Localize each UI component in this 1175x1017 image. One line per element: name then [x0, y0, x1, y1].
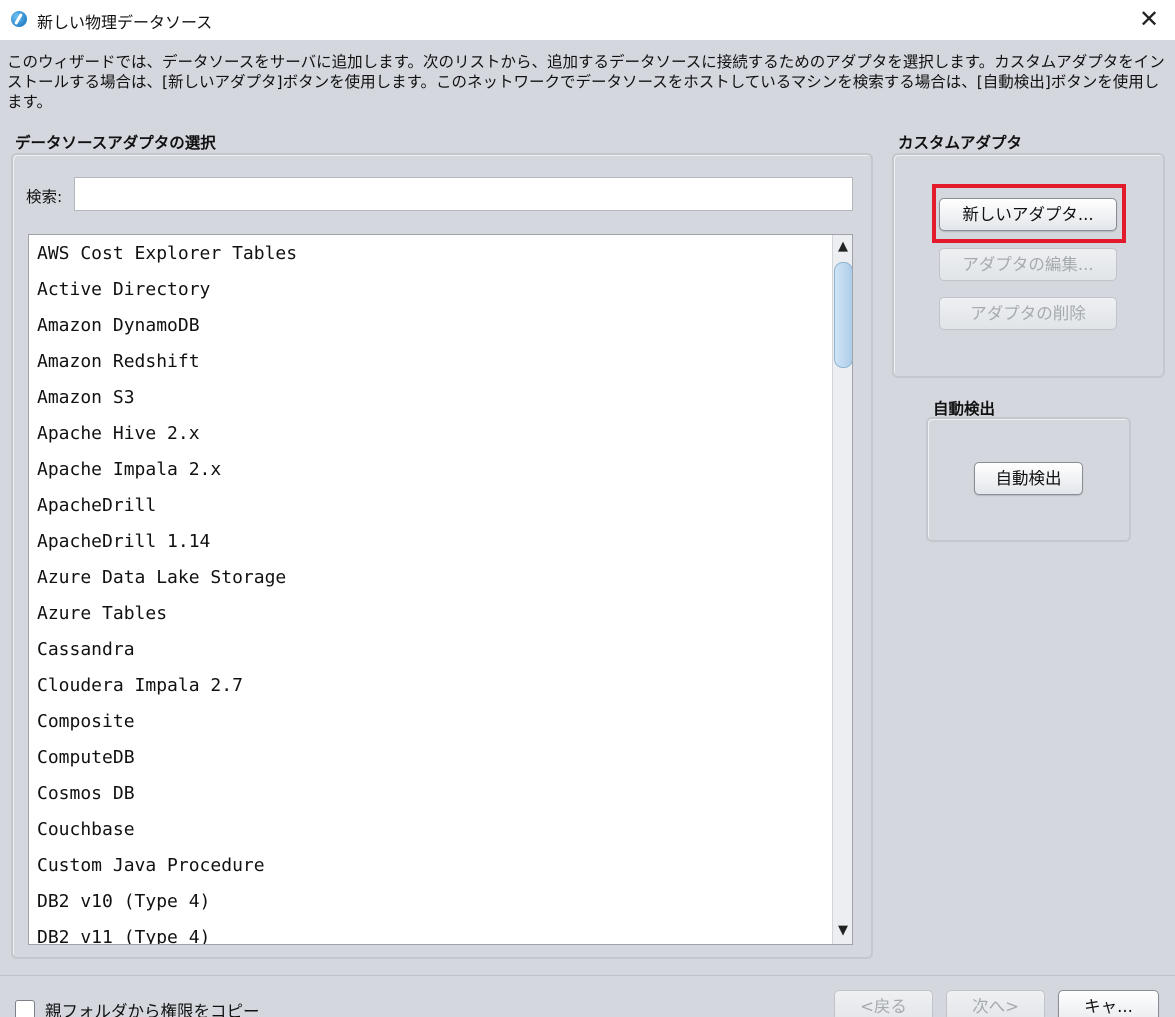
list-item[interactable]: ApacheDrill: [29, 487, 831, 523]
auto-detect-heading: 自動検出: [933, 400, 996, 418]
edit-adapter-button[interactable]: アダプタの編集...: [939, 248, 1117, 281]
auto-detect-button[interactable]: 自動検出: [974, 462, 1083, 495]
list-item[interactable]: Active Directory: [29, 271, 831, 307]
list-item[interactable]: Composite: [29, 703, 831, 739]
list-item[interactable]: DB2 v10 (Type 4): [29, 883, 831, 919]
adapter-list-items: AWS Cost Explorer Tables Active Directory…: [29, 235, 831, 944]
search-input[interactable]: [74, 177, 853, 211]
list-item[interactable]: Amazon S3: [29, 379, 831, 415]
copy-permissions-checkbox[interactable]: [15, 1000, 35, 1017]
list-item[interactable]: ComputeDB: [29, 739, 831, 775]
scroll-down-arrow-icon[interactable]: ▼: [833, 919, 852, 943]
list-item[interactable]: Apache Impala 2.x: [29, 451, 831, 487]
back-button[interactable]: <戻る: [834, 990, 933, 1017]
list-item[interactable]: ApacheDrill 1.14: [29, 523, 831, 559]
list-item[interactable]: DB2 v11 (Type 4): [29, 919, 831, 944]
window-title: 新しい物理データソース: [37, 13, 213, 32]
list-item[interactable]: Cloudera Impala 2.7: [29, 667, 831, 703]
list-item[interactable]: Cassandra: [29, 631, 831, 667]
footer-divider: [0, 975, 1175, 976]
cancel-button[interactable]: キャ...: [1058, 990, 1159, 1017]
wizard-description: このウィザードでは、データソースをサーバに追加します。次のリストから、追加するデ…: [7, 53, 1165, 111]
adapter-list[interactable]: AWS Cost Explorer Tables Active Directory…: [28, 234, 853, 945]
list-item[interactable]: Azure Tables: [29, 595, 831, 631]
new-adapter-highlight: [932, 184, 1126, 243]
scroll-thumb[interactable]: [834, 262, 852, 368]
list-item[interactable]: Cosmos DB: [29, 775, 831, 811]
copy-permissions-label: 親フォルダから権限をコピー: [45, 1002, 260, 1017]
list-item[interactable]: Couchbase: [29, 811, 831, 847]
custom-adapter-heading: カスタムアダプタ: [898, 134, 1023, 152]
title-bar: 新しい物理データソース ✕: [0, 0, 1175, 40]
close-icon[interactable]: ✕: [1131, 4, 1167, 34]
scroll-up-arrow-icon[interactable]: ▲: [833, 235, 852, 259]
delete-adapter-button[interactable]: アダプタの削除: [939, 297, 1117, 330]
next-button[interactable]: 次へ>: [946, 990, 1045, 1017]
adapter-selection-heading: データソースアダプタの選択: [15, 134, 216, 152]
list-item[interactable]: Azure Data Lake Storage: [29, 559, 831, 595]
list-scrollbar[interactable]: ▲ ▼: [832, 235, 852, 944]
search-label: 検索:: [26, 188, 63, 206]
list-item[interactable]: Amazon Redshift: [29, 343, 831, 379]
list-item[interactable]: AWS Cost Explorer Tables: [29, 235, 831, 271]
list-item[interactable]: Apache Hive 2.x: [29, 415, 831, 451]
list-item[interactable]: Amazon DynamoDB: [29, 307, 831, 343]
list-item[interactable]: Custom Java Procedure: [29, 847, 831, 883]
app-logo-icon: [11, 11, 27, 27]
